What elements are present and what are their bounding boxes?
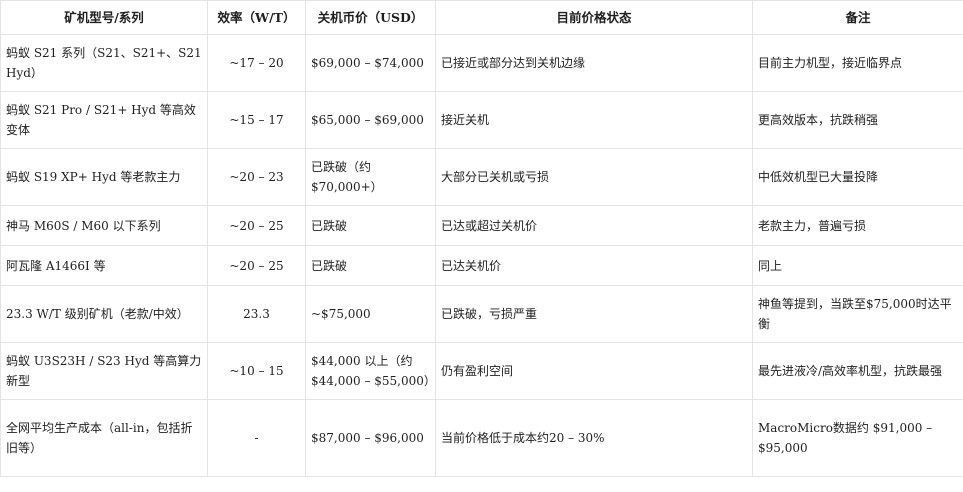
table-row: 全网平均生产成本（all-in，包括折旧等） - $87,000 – $96,0… xyxy=(0,399,963,477)
cell-model: 蚂蚁 S19 XP+ Hyd 等老款主力 xyxy=(0,148,208,206)
cell-shutdown-price: 已跌破（约 $70,000+） xyxy=(305,148,436,206)
cell-efficiency: ~15 – 17 xyxy=(207,91,306,149)
cell-model: 蚂蚁 U3S23H / S23 Hyd 等高算力新型 xyxy=(0,342,208,400)
cell-shutdown-price: 已跌破 xyxy=(305,245,436,286)
cell-shutdown-price: $65,000 – $69,000 xyxy=(305,91,436,149)
cell-model: 全网平均生产成本（all-in，包括折旧等） xyxy=(0,399,208,477)
cell-price-status: 接近关机 xyxy=(435,91,753,149)
cell-model: 蚂蚁 S21 系列（S21、S21+、S21 Hyd） xyxy=(0,34,208,92)
cell-efficiency: 23.3 xyxy=(207,285,306,343)
table-row: 蚂蚁 U3S23H / S23 Hyd 等高算力新型 ~10 – 15 $44,… xyxy=(0,342,963,400)
cell-price-status: 已接近或部分达到关机边缘 xyxy=(435,34,753,92)
table-row: 阿瓦隆 A1466I 等 ~20 – 25 已跌破 已达关机价 同上 xyxy=(0,245,963,286)
cell-note: 最先进液冷/高效率机型，抗跌最强 xyxy=(752,342,963,400)
cell-note: 中低效机型已大量投降 xyxy=(752,148,963,206)
cell-shutdown-price: ~$75,000 xyxy=(305,285,436,343)
header-shutdown-price: 关机币价（USD） xyxy=(305,0,436,35)
cell-note: 更高效版本，抗跌稍强 xyxy=(752,91,963,149)
cell-model: 阿瓦隆 A1466I 等 xyxy=(0,245,208,286)
cell-efficiency: - xyxy=(207,399,306,477)
mining-rig-table: 矿机型号/系列 效率（W/T） 关机币价（USD） 目前价格状态 备注 蚂蚁 S… xyxy=(0,0,963,477)
header-model: 矿机型号/系列 xyxy=(0,0,208,35)
header-price-status: 目前价格状态 xyxy=(435,0,753,35)
table-header-row: 矿机型号/系列 效率（W/T） 关机币价（USD） 目前价格状态 备注 xyxy=(0,0,963,35)
cell-note: 神鱼等提到，当跌至$75,000时达平衡 xyxy=(752,285,963,343)
cell-price-status: 大部分已关机或亏损 xyxy=(435,148,753,206)
cell-shutdown-price: $44,000 以上（约 $44,000 – $55,000） xyxy=(305,342,436,400)
cell-efficiency: ~20 – 25 xyxy=(207,205,306,246)
table-row: 神马 M60S / M60 以下系列 ~20 – 25 已跌破 已达或超过关机价… xyxy=(0,205,963,246)
cell-model: 神马 M60S / M60 以下系列 xyxy=(0,205,208,246)
cell-efficiency: ~17 – 20 xyxy=(207,34,306,92)
cell-shutdown-price: 已跌破 xyxy=(305,205,436,246)
table-row: 蚂蚁 S21 系列（S21、S21+、S21 Hyd） ~17 – 20 $69… xyxy=(0,34,963,92)
cell-note: MacroMicro数据约 $91,000 – $95,000 xyxy=(752,399,963,477)
table-row: 蚂蚁 S19 XP+ Hyd 等老款主力 ~20 – 23 已跌破（约 $70,… xyxy=(0,148,963,206)
cell-price-status: 已达关机价 xyxy=(435,245,753,286)
cell-shutdown-price: $87,000 – $96,000 xyxy=(305,399,436,477)
cell-price-status: 已跌破，亏损严重 xyxy=(435,285,753,343)
cell-price-status: 仍有盈利空间 xyxy=(435,342,753,400)
table-row: 蚂蚁 S21 Pro / S21+ Hyd 等高效变体 ~15 – 17 $65… xyxy=(0,91,963,149)
header-efficiency: 效率（W/T） xyxy=(207,0,306,35)
cell-model: 23.3 W/T 级别矿机（老款/中效） xyxy=(0,285,208,343)
cell-note: 目前主力机型，接近临界点 xyxy=(752,34,963,92)
header-note: 备注 xyxy=(752,0,963,35)
cell-efficiency: ~10 – 15 xyxy=(207,342,306,400)
cell-price-status: 已达或超过关机价 xyxy=(435,205,753,246)
cell-price-status: 当前价格低于成本约20 – 30% xyxy=(435,399,753,477)
cell-note: 老款主力，普遍亏损 xyxy=(752,205,963,246)
cell-efficiency: ~20 – 25 xyxy=(207,245,306,286)
cell-efficiency: ~20 – 23 xyxy=(207,148,306,206)
cell-shutdown-price: $69,000 – $74,000 xyxy=(305,34,436,92)
cell-model: 蚂蚁 S21 Pro / S21+ Hyd 等高效变体 xyxy=(0,91,208,149)
cell-note: 同上 xyxy=(752,245,963,286)
table-row: 23.3 W/T 级别矿机（老款/中效） 23.3 ~$75,000 已跌破，亏… xyxy=(0,285,963,343)
